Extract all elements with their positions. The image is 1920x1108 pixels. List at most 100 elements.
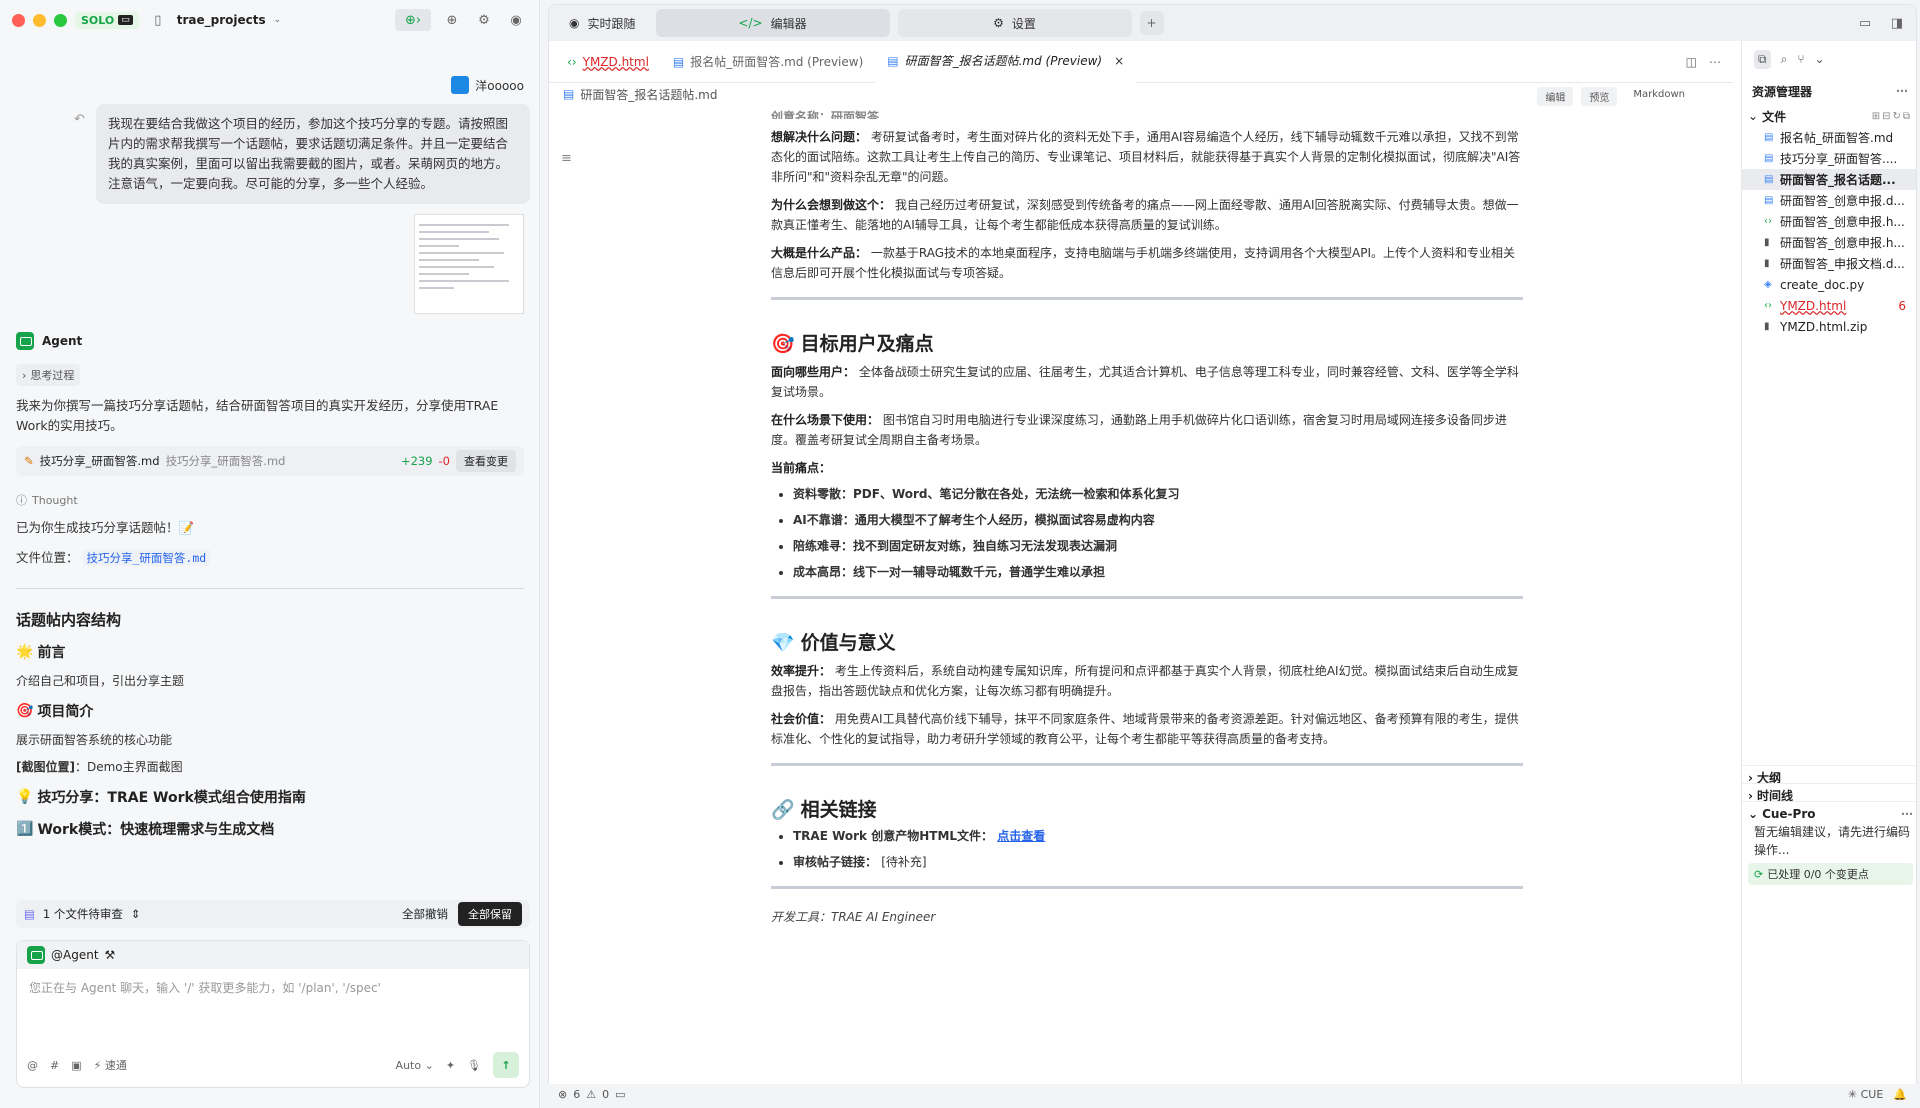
composer-header: @Agent ⚒ bbox=[17, 941, 529, 969]
cue-section[interactable]: ⌄ Cue-Pro ⋯ bbox=[1742, 801, 1916, 825]
pending-label[interactable]: 1 个文件待审查 bbox=[43, 906, 123, 922]
doc-paragraph: 想解决什么问题： 考研复试备考时，考生面对碎片化的资料无处下手，通用AI容易编造… bbox=[771, 130, 1521, 184]
file-tab[interactable]: ▤ 报名帖_研面智答.md (Preview) bbox=[661, 41, 875, 83]
mode-preview[interactable]: 预览 bbox=[1581, 87, 1618, 106]
section-heading: 🌟 前言 bbox=[16, 644, 66, 661]
chat-composer[interactable]: @Agent ⚒ 您正在与 Agent 聊天，输入 '/' 获取更多能力，如 '… bbox=[16, 940, 530, 1088]
section-heading: 💡 技巧分享：TRAE Work模式组合使用指南 bbox=[16, 789, 306, 806]
section-desc: 展示研面智答系统的核心功能 bbox=[16, 733, 173, 747]
settings-icon[interactable]: ⚙ bbox=[473, 9, 495, 31]
notification-icon[interactable]: 🔔 bbox=[1893, 1088, 1907, 1101]
solo-mode-badge[interactable]: SOLO ▭ bbox=[75, 11, 139, 29]
agent-mention[interactable]: @Agent bbox=[51, 948, 99, 962]
file-tree-item[interactable]: ▤ 技巧分享_研面智答.... bbox=[1742, 148, 1916, 169]
warning-icon[interactable]: ⚠ bbox=[586, 1088, 596, 1101]
file-tab[interactable]: ▤ 研面智答_报名话题帖.md (Preview) × bbox=[875, 40, 1137, 83]
attached-image-thumbnail[interactable] bbox=[414, 214, 524, 314]
account-icon[interactable]: ◉ bbox=[505, 9, 527, 31]
file-location: 文件位置： 技巧分享_研面智答.md bbox=[16, 548, 524, 568]
thinking-toggle[interactable]: › 思考过程 bbox=[16, 364, 81, 386]
user-header: 洋ooooo bbox=[16, 76, 524, 94]
terminal-icon[interactable]: ▭ bbox=[615, 1088, 625, 1101]
image-icon[interactable]: ▣ bbox=[71, 1059, 81, 1072]
chat-scroll[interactable]: 洋ooooo ↶ 我现在要结合我做这个项目的经历，参加这个技巧分享的专题。请按照… bbox=[0, 40, 540, 890]
search-icon[interactable]: ⌕ bbox=[1781, 52, 1788, 67]
mention-icon[interactable]: @ bbox=[27, 1059, 38, 1072]
file-name: YMZD.html bbox=[1780, 298, 1847, 313]
file-tree-item[interactable]: ▮ 研面智答_申报文档.d... bbox=[1742, 253, 1916, 274]
chevron-down-icon[interactable]: ⌄ bbox=[1815, 52, 1825, 66]
file-tree: ▤ 报名帖_研面智答.md ▤ 技巧分享_研面智答.... ▤ 研面智答_报名话题... ▤… bbox=[1742, 127, 1916, 337]
tools-icon[interactable]: ⚒ bbox=[105, 948, 116, 962]
project-selector[interactable]: trae_projects bbox=[177, 13, 266, 27]
tab-live-follow[interactable]: ◉ 实时跟随 bbox=[557, 9, 648, 37]
add-tab-button[interactable]: + bbox=[1139, 11, 1164, 35]
send-button[interactable]: ↑ bbox=[493, 1052, 519, 1078]
cue-status-item[interactable]: ✳ CUE bbox=[1848, 1088, 1883, 1101]
outline-toggle-icon[interactable]: ≡ bbox=[561, 151, 572, 166]
file-tree-item[interactable]: ▤ 研面智答_报名话题... bbox=[1742, 169, 1916, 190]
warning-count[interactable]: 0 bbox=[602, 1088, 609, 1101]
view-changes-button[interactable]: 查看变更 bbox=[456, 450, 516, 472]
explorer-actions[interactable]: ⊞⊟↻⧉ bbox=[1872, 111, 1912, 122]
file-name: 研面智答_创意申报.d... bbox=[1780, 194, 1905, 208]
files-icon[interactable]: ⧉ bbox=[1754, 49, 1771, 69]
mode-markdown[interactable]: Markdown bbox=[1625, 87, 1693, 106]
tab-settings[interactable]: ⚙ 设置 bbox=[897, 9, 1132, 37]
file-name: 研面智答_报名话题... bbox=[1780, 173, 1896, 187]
undo-all-button[interactable]: 全部撤销 bbox=[402, 906, 448, 922]
panel-bottom-icon[interactable]: ▭ bbox=[1854, 12, 1876, 34]
keep-all-button[interactable]: 全部保留 bbox=[458, 902, 522, 926]
more-icon[interactable]: ⋯ bbox=[1901, 807, 1913, 821]
agent-name: Agent bbox=[42, 334, 83, 348]
microphone-icon[interactable]: 🎙 bbox=[467, 1059, 481, 1072]
split-editor-icon[interactable]: ◫ bbox=[1686, 55, 1697, 69]
editor-center: ‹› YMZD.html ▤ 报名帖_研面智答.md (Preview) ▤ 研面智答… bbox=[549, 40, 1733, 1103]
cue-status[interactable]: ⟳ 已处理 0/0 个变更点 bbox=[1748, 863, 1913, 885]
changed-file-card[interactable]: ✎ 技巧分享_研面智答.md 技巧分享_研面智答.md +239 -0 查看变更 bbox=[16, 446, 524, 476]
close-tab-icon[interactable]: × bbox=[1114, 54, 1124, 68]
mode-edit[interactable]: 编辑 bbox=[1537, 87, 1574, 106]
file-tab[interactable]: ‹› YMZD.html bbox=[555, 41, 661, 83]
hash-icon[interactable]: # bbox=[50, 1059, 59, 1072]
minimize-window-button[interactable] bbox=[33, 13, 46, 27]
composer-toolbar: @ # ▣ ⚡ 速通 Auto ⌄ ✦ 🎙 ↑ bbox=[27, 1051, 519, 1079]
folder-header[interactable]: ⌄ 文件 ⊞⊟↻⧉ bbox=[1742, 105, 1916, 127]
thought-toggle[interactable]: ⓘ Thought bbox=[16, 492, 524, 508]
error-count[interactable]: 6 bbox=[573, 1088, 580, 1101]
file-location-link[interactable]: 技巧分享_研面智答.md bbox=[82, 550, 211, 566]
new-task-button[interactable]: ⊕› bbox=[395, 9, 431, 31]
sidebar-toggle-icon[interactable]: ▯ bbox=[147, 9, 169, 31]
expand-icon[interactable]: ⇕ bbox=[131, 907, 141, 921]
fast-mode-toggle[interactable]: ⚡ 速通 bbox=[94, 1057, 127, 1073]
model-selector[interactable]: Auto ⌄ bbox=[396, 1059, 434, 1072]
file-tree-item[interactable]: ◈ create_doc.py bbox=[1742, 274, 1916, 295]
file-tree-item[interactable]: ‹› YMZD.html 6 bbox=[1742, 295, 1916, 316]
status-bar: ⊗ 6 ⚠ 0 ▭ ✳ CUE 🔔 bbox=[548, 1084, 1917, 1104]
doc-heading: 🎯 目标用户及痛点 bbox=[771, 333, 934, 355]
file-tree-item[interactable]: ‹› 研面智答_创意申报.h... bbox=[1742, 211, 1916, 232]
pending-review-bar: ▤ 1 个文件待审查 ⇕ 全部撤销 全部保留 bbox=[16, 900, 530, 928]
close-window-button[interactable] bbox=[12, 13, 25, 27]
git-branch-icon[interactable]: ⑂ bbox=[1797, 52, 1804, 66]
section-heading: 1️⃣ Work模式：快速梳理需求与生成文档 bbox=[16, 821, 275, 838]
html-file-link[interactable]: 点击查看 bbox=[997, 829, 1045, 843]
undo-icon[interactable]: ↶ bbox=[74, 110, 85, 130]
file-tree-item[interactable]: ▮ 研面智答_创意申报.h... bbox=[1742, 232, 1916, 253]
file-tree-item[interactable]: ▤ 报名帖_研面智答.md bbox=[1742, 127, 1916, 148]
doc-cut-line: 创意名称：研面智答 bbox=[771, 110, 880, 119]
chat-input[interactable]: 您正在与 Agent 聊天，输入 '/' 获取更多能力，如 '/plan', '… bbox=[17, 969, 529, 1006]
maximize-window-button[interactable] bbox=[54, 13, 67, 27]
file-tree-item[interactable]: ▮ YMZD.html.zip bbox=[1742, 316, 1916, 337]
panel-right-icon[interactable]: ◨ bbox=[1886, 12, 1908, 34]
sparkle-icon[interactable]: ✦ bbox=[446, 1059, 455, 1072]
md-file-icon: ▤ bbox=[1764, 174, 1774, 185]
more-icon[interactable]: ⋯ bbox=[1709, 55, 1721, 69]
file-tree-item[interactable]: ▤ 研面智答_创意申报.d... bbox=[1742, 190, 1916, 211]
chevron-down-icon[interactable]: ⌄ bbox=[274, 15, 282, 25]
breadcrumb-file[interactable]: 研面智答_报名话题帖.md bbox=[580, 86, 717, 103]
error-icon[interactable]: ⊗ bbox=[558, 1088, 567, 1101]
tab-editor[interactable]: </> 编辑器 bbox=[655, 9, 890, 37]
chat-history-icon[interactable]: ⊕ bbox=[441, 9, 463, 31]
more-icon[interactable]: ⋯ bbox=[1896, 84, 1908, 98]
